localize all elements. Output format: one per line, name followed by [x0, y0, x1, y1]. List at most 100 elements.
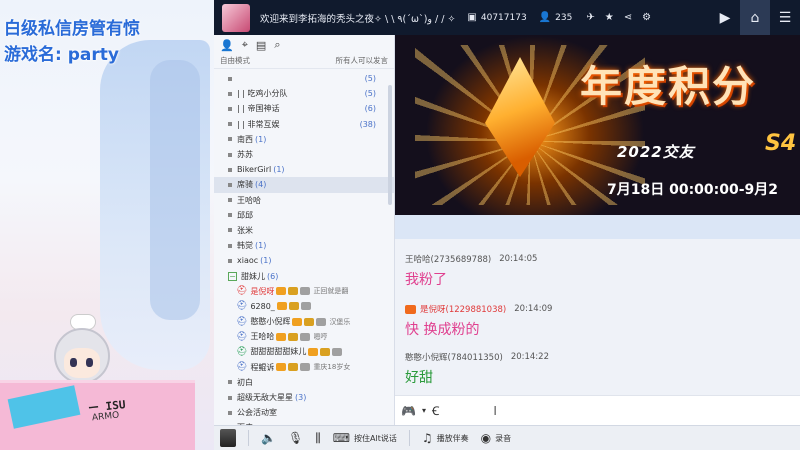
item-label: 初白	[237, 377, 253, 387]
item-label: 韩觉	[237, 241, 253, 251]
fan-count: 235	[555, 12, 573, 23]
channel-bullet-icon	[228, 258, 232, 263]
channel-sidebar: 👤 ⌖ ▤ ⌕ 自由模式 所有人可以发言 (5) | | 吃鸡小分队 (5) | | …	[214, 35, 395, 425]
item-count: (6)	[364, 104, 376, 114]
user-icon[interactable]: 👤	[220, 39, 234, 52]
item-label: 是倪呀	[250, 286, 275, 296]
channel-item[interactable]: 张米	[214, 223, 394, 238]
member-item[interactable]: ⛑ 王哈哈 嗯哼	[214, 329, 394, 344]
member-item[interactable]: ⛑ 甜甜甜甜甜妹儿	[214, 344, 394, 359]
permission-label: 所有人可以发言	[335, 56, 389, 65]
item-label: 甜妹儿	[241, 271, 265, 281]
divider	[408, 430, 410, 446]
channel-item[interactable]: 邱邱	[214, 208, 394, 223]
ptt-button[interactable]: ⌨ 按住Alt说话	[333, 431, 397, 445]
self-avatar[interactable]	[220, 429, 236, 447]
sidebar-scrollbar[interactable]	[388, 85, 392, 205]
location-icon[interactable]: ⌖	[242, 38, 248, 52]
font-icon[interactable]: Ꞓ	[432, 402, 439, 419]
badge-icon	[288, 363, 299, 372]
member-item[interactable]: ⛑ 程鲲诉 重庆18岁女	[214, 360, 394, 375]
sender-name[interactable]: 王哈哈(2735689788)	[405, 253, 491, 265]
badge-icon	[300, 287, 311, 296]
overlay-notice-line: 白级私信房管有惊	[4, 19, 140, 39]
title-bar-icons: ✈ ★ ⋖ ⚙	[586, 12, 651, 23]
channel-item[interactable]: | | 非常互娱 (38)	[214, 117, 394, 132]
channel-item[interactable]: 韩觉 (1)	[214, 238, 394, 253]
channel-bullet-icon	[228, 137, 232, 142]
menu-icon[interactable]: ☰	[770, 0, 800, 35]
channel-bullet-icon	[228, 167, 232, 172]
channel-item[interactable]: 初白	[214, 375, 394, 390]
item-count: (5)	[364, 89, 376, 99]
channel-item[interactable]: BikerGirl (1)	[214, 162, 394, 177]
channel-avatar[interactable]	[222, 3, 250, 32]
equalizer-button[interactable]: ⫼	[315, 431, 321, 446]
channel-item[interactable]: 超级无敌大星星 (3)	[214, 390, 394, 405]
channel-item[interactable]: | | 帝国神话 (6)	[214, 101, 394, 116]
item-label: 6280_	[250, 301, 275, 311]
video-icon[interactable]: ▶	[710, 0, 740, 35]
channel-item[interactable]: | | 吃鸡小分队 (5)	[214, 86, 394, 101]
badge-icon	[276, 363, 287, 372]
member-item[interactable]: ⛑ 憨憨小倪辉 汉堡乐	[214, 314, 394, 329]
channel-item[interactable]: − 甜妹儿 (6)	[214, 268, 394, 283]
record-button[interactable]: ◉ 录音	[481, 431, 511, 445]
channel-item[interactable]: 苏苏	[214, 147, 394, 162]
member-extra: 嗯哼	[313, 332, 328, 341]
star-icon[interactable]: ★	[605, 12, 614, 23]
message-meta: 是倪呀(1229881038) 20:14:09	[405, 303, 552, 315]
music-button[interactable]: ♫ 播放伴奏	[422, 431, 469, 445]
channel-bullet-icon	[228, 213, 232, 218]
item-label: | | 吃鸡小分队	[237, 89, 288, 99]
member-item[interactable]: ⛑ 6280_	[214, 299, 394, 314]
badge-icon	[276, 287, 287, 296]
badge-icon	[308, 347, 319, 356]
channel-bullet-icon	[228, 198, 232, 203]
sidebar-toolbar: 👤 ⌖ ▤ ⌕	[214, 35, 394, 55]
channel-item[interactable]: 王哈哈	[214, 193, 394, 208]
speaker-button[interactable]: 🔈	[261, 431, 276, 445]
badge-icon	[300, 363, 311, 372]
channel-item[interactable]: 南西 (1)	[214, 132, 394, 147]
channel-item[interactable]: 公会活动室	[214, 405, 394, 420]
badge-icon	[288, 287, 299, 296]
collapse-icon[interactable]: −	[228, 271, 237, 281]
dropdown-icon[interactable]: ▾	[422, 406, 426, 415]
item-label: 程鲲诉	[250, 362, 275, 372]
message-time: 20:14:22	[510, 352, 549, 362]
item-label: 公会活动室	[237, 408, 277, 418]
item-count: (5)	[364, 74, 376, 84]
home-icon[interactable]: ⌂	[740, 0, 770, 35]
mode-label[interactable]: 自由模式	[220, 55, 250, 68]
keyboard-icon: ⌨	[332, 431, 351, 445]
gamepad-icon[interactable]: 🎮	[401, 404, 416, 418]
settings-icon[interactable]: ⚙	[642, 12, 651, 23]
item-count: (1)	[255, 134, 267, 144]
event-banner[interactable]: 年度积分 2022交友 S4 7月18日 00:00:00-9月2	[395, 35, 800, 215]
member-extra: 正回就是翻	[313, 287, 349, 296]
channel-item[interactable]: xiaoc (1)	[214, 253, 394, 268]
music-note-icon: ♫	[421, 431, 433, 445]
sliders-icon: ⫼	[315, 430, 321, 445]
plane-icon[interactable]: ✈	[586, 12, 594, 23]
channel-bullet-icon	[228, 182, 232, 187]
search-icon[interactable]: ⌕	[274, 38, 280, 52]
message-text: 快 换成粉的	[405, 322, 480, 338]
sender-name[interactable]: 憨憨小倪辉(784011350)	[405, 351, 503, 363]
channel-bullet-icon	[228, 122, 232, 127]
member-item[interactable]: ⛑ 是倪呀 正回就是翻	[214, 284, 394, 299]
item-label: 甜甜甜甜甜妹儿	[250, 347, 307, 357]
badge-icon	[276, 332, 287, 341]
share-icon[interactable]: ⋖	[624, 12, 632, 23]
channel-item[interactable]: (5)	[214, 71, 394, 86]
mic-button[interactable]: 🎙	[288, 431, 303, 445]
badge-icon	[288, 302, 299, 311]
channel-item[interactable]: 席骑 (4)	[214, 177, 394, 193]
stream-overlay: 白级私信房管有惊 游戏名: party ー ISU ARMO	[0, 0, 214, 450]
chat-input-bar[interactable]: 🎮 ▾ Ꞓ I	[395, 395, 800, 425]
item-label: xiaoc	[237, 256, 259, 266]
bookmark-icon[interactable]: ▤	[256, 39, 266, 52]
sender-name[interactable]: 是倪呀(1229881038)	[420, 303, 506, 315]
item-count: (1)	[255, 241, 267, 251]
